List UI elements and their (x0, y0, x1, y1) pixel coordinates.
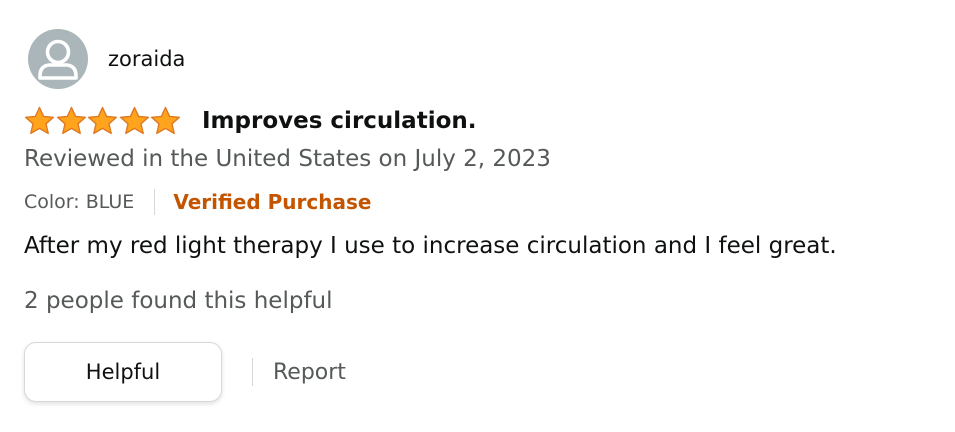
star-filled-icon (151, 106, 180, 135)
avatar[interactable] (28, 29, 88, 89)
review-title[interactable]: Improves circulation. (202, 108, 476, 134)
star-filled-icon (25, 106, 54, 135)
star-rating[interactable] (24, 106, 182, 136)
action-divider (252, 358, 253, 386)
review-actions: Helpful Report (24, 341, 346, 403)
star-filled-icon (88, 106, 117, 135)
helpful-count: 2 people found this helpful (24, 288, 333, 314)
helpful-button[interactable]: Helpful (24, 342, 222, 402)
star-filled-icon (119, 106, 149, 135)
star-filled-icon (56, 106, 86, 135)
review-card: zoraida Improves circulation. Reviewed i… (0, 0, 955, 432)
meta-divider (154, 189, 156, 215)
reviewer-name[interactable]: zoraida (108, 47, 185, 71)
review-body: After my red light therapy I use to incr… (24, 233, 837, 259)
color-variant-link[interactable]: Color: BLUE (24, 191, 134, 213)
review-date: Reviewed in the United States on July 2,… (24, 146, 551, 172)
default-profile-avatar-icon (38, 39, 78, 80)
report-link[interactable]: Report (273, 360, 346, 385)
review-meta: Color: BLUE Verified Purchase (24, 187, 371, 217)
reviewer-profile[interactable]: zoraida (28, 29, 185, 89)
review-header: Improves circulation. (24, 101, 476, 141)
verified-purchase-badge: Verified Purchase (173, 190, 372, 214)
